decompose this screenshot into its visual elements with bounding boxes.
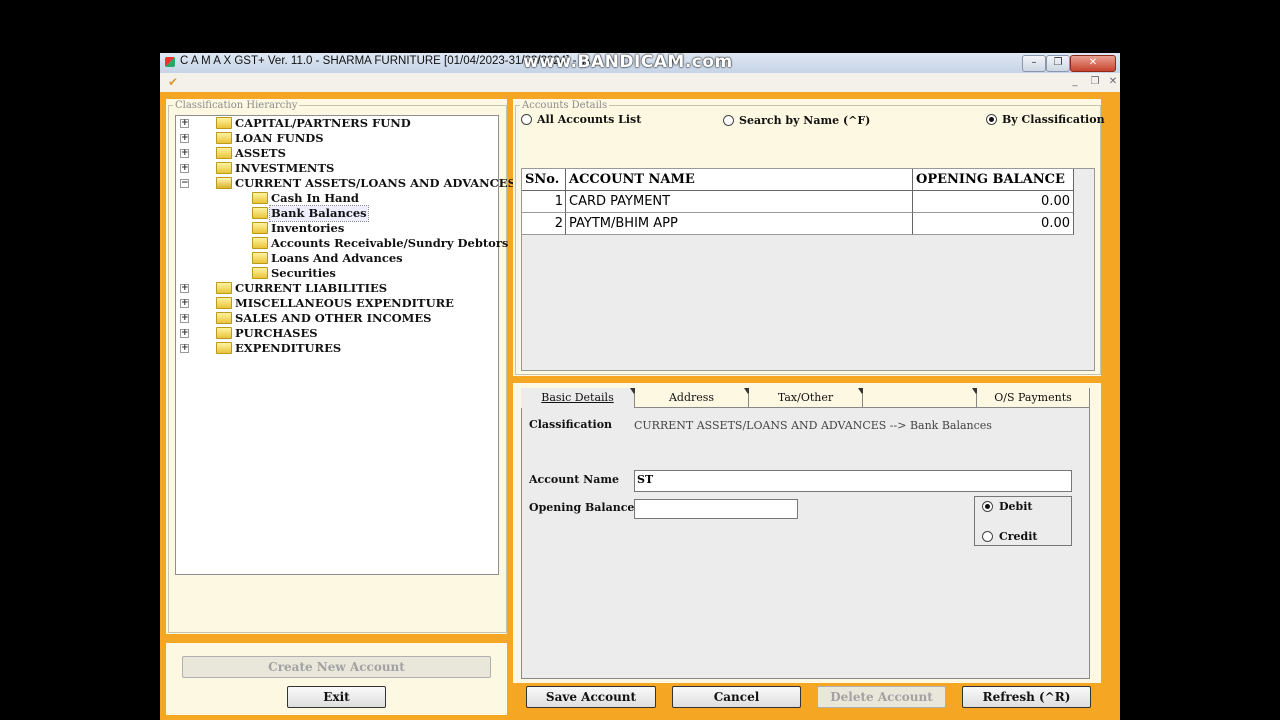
expand-icon[interactable]: +	[180, 134, 189, 143]
debit-label[interactable]: Debit	[999, 500, 1033, 513]
folder-icon	[216, 282, 232, 294]
column-header-opening-balance[interactable]: OPENING BALANCE	[913, 169, 1074, 191]
credit-label[interactable]: Credit	[999, 530, 1038, 543]
tab-label: Tax/Other	[777, 391, 834, 404]
expand-icon[interactable]: +	[180, 344, 189, 353]
tab-label: Basic Details	[541, 391, 614, 404]
classification-label: Classification	[529, 418, 613, 431]
opening-balance-input[interactable]	[634, 499, 798, 519]
expand-icon[interactable]: +	[180, 314, 189, 323]
tree-node-label: Loans And Advances	[271, 251, 403, 265]
cell-opening-balance: 0.00	[913, 213, 1074, 235]
by-classification-label[interactable]: By Classification	[1002, 113, 1105, 126]
expand-icon[interactable]: +	[180, 284, 189, 293]
mdi-minimize-icon[interactable]: _	[1068, 76, 1082, 88]
account-name-input[interactable]: ST	[634, 470, 1072, 492]
hierarchy-legend: Classification Hierarchy	[175, 100, 298, 111]
account-name-label: Account Name	[529, 473, 619, 486]
opening-balance-label: Opening Balance	[529, 501, 635, 514]
mdi-menu-bar: ✔ _ ❐ ✕	[160, 73, 1120, 93]
tab-basic-details[interactable]: Basic Details	[521, 388, 638, 408]
column-header-sno[interactable]: SNo.	[522, 169, 566, 191]
folder-icon	[216, 132, 232, 144]
debit-radio[interactable]	[982, 501, 993, 512]
tree-node-label: CAPITAL/PARTNERS FUND	[235, 116, 411, 130]
mdi-close-icon[interactable]: ✕	[1106, 76, 1120, 88]
expand-icon[interactable]: +	[180, 329, 189, 338]
minimize-icon[interactable]: –	[1022, 55, 1046, 72]
cancel-button[interactable]: Cancel	[672, 686, 801, 708]
all-accounts-label[interactable]: All Accounts List	[537, 113, 641, 126]
folder-icon	[252, 252, 268, 264]
tree-node-label: INVESTMENTS	[235, 161, 335, 175]
app-icon	[165, 57, 175, 67]
open-folder-icon	[216, 177, 232, 189]
folder-icon	[216, 342, 232, 354]
tab-address[interactable]: Address	[635, 388, 752, 408]
tree-node-label: Cash In Hand	[271, 191, 359, 205]
folder-icon	[252, 192, 268, 204]
credit-radio[interactable]	[982, 531, 993, 542]
tab-label: O/S Payments	[994, 391, 1072, 404]
cell-sno: 1	[522, 191, 566, 213]
folder-icon	[216, 117, 232, 129]
accounts-grid[interactable]: SNo. ACCOUNT NAME OPENING BALANCE 1 CARD…	[521, 168, 1095, 371]
expand-icon[interactable]: +	[180, 149, 189, 158]
folder-icon	[252, 207, 268, 219]
restore-icon[interactable]: ❐	[1046, 55, 1070, 72]
search-by-name-label[interactable]: Search by Name (^F)	[739, 114, 870, 127]
delete-account-button[interactable]: Delete Account	[817, 686, 946, 708]
search-by-name-radio[interactable]	[723, 115, 734, 126]
tree-node-label: Securities	[271, 266, 336, 280]
folder-icon	[252, 222, 268, 234]
tree-node-label: MISCELLANEOUS EXPENDITURE	[235, 296, 454, 310]
exit-button[interactable]: Exit	[287, 686, 386, 708]
tree-node-label: PURCHASES	[235, 326, 318, 340]
accounts-legend: Accounts Details	[522, 100, 608, 111]
tree-node-label: CURRENT LIABILITIES	[235, 281, 388, 295]
collapse-icon[interactable]: −	[180, 179, 189, 188]
tab-tax-other[interactable]: Tax/Other	[749, 388, 866, 408]
cell-account-name: CARD PAYMENT	[566, 191, 913, 213]
cell-account-name: PAYTM/BHIM APP	[566, 213, 913, 235]
tree-node-label: ASSETS	[235, 146, 286, 160]
by-classification-radio[interactable]	[986, 114, 997, 125]
column-header-account-name[interactable]: ACCOUNT NAME	[566, 169, 913, 191]
app-logo-icon: ✔	[168, 75, 179, 89]
cell-opening-balance: 0.00	[913, 191, 1074, 213]
tree-node-label: SALES AND OTHER INCOMES	[235, 311, 432, 325]
cell-sno: 2	[522, 213, 566, 235]
folder-icon	[216, 297, 232, 309]
classification-value: CURRENT ASSETS/LOANS AND ADVANCES --> Ba…	[634, 419, 992, 432]
tree-node-label: LOAN FUNDS	[235, 131, 324, 145]
refresh-button[interactable]: Refresh (^R)	[962, 686, 1091, 708]
folder-icon	[216, 312, 232, 324]
save-account-button[interactable]: Save Account	[526, 686, 656, 708]
recording-watermark: www.BANDICAM.com	[523, 52, 733, 72]
expand-icon[interactable]: +	[180, 299, 189, 308]
folder-icon	[252, 267, 268, 279]
tab-os-payments[interactable]: O/S Payments	[977, 388, 1090, 408]
tab-blank[interactable]	[863, 388, 980, 408]
tree-node-label: Accounts Receivable/Sundry Debtors	[271, 236, 509, 250]
create-account-button[interactable]: Create New Account	[182, 656, 491, 678]
folder-icon	[216, 147, 232, 159]
folder-icon	[216, 162, 232, 174]
mdi-restore-icon[interactable]: ❐	[1088, 76, 1102, 88]
classification-tree[interactable]: + CAPITAL/PARTNERS FUND + LOAN FUNDS + ASSE…	[175, 115, 516, 575]
folder-icon	[216, 327, 232, 339]
tree-node-label: Inventories	[271, 221, 345, 235]
window-title-bar[interactable]: C A M A X GST+ Ver. 11.0 - SHARMA FURNIT…	[160, 52, 1120, 73]
folder-icon	[252, 237, 268, 249]
tree-node-label: Bank Balances	[269, 205, 369, 222]
close-icon[interactable]: ✕	[1070, 55, 1116, 72]
expand-icon[interactable]: +	[180, 164, 189, 173]
tree-node-label: CURRENT ASSETS/LOANS AND ADVANCES	[235, 176, 516, 190]
all-accounts-radio[interactable]	[521, 114, 532, 125]
expand-icon[interactable]: +	[180, 119, 189, 128]
tab-label: Address	[668, 391, 715, 404]
tree-node-label: EXPENDITURES	[235, 341, 342, 355]
